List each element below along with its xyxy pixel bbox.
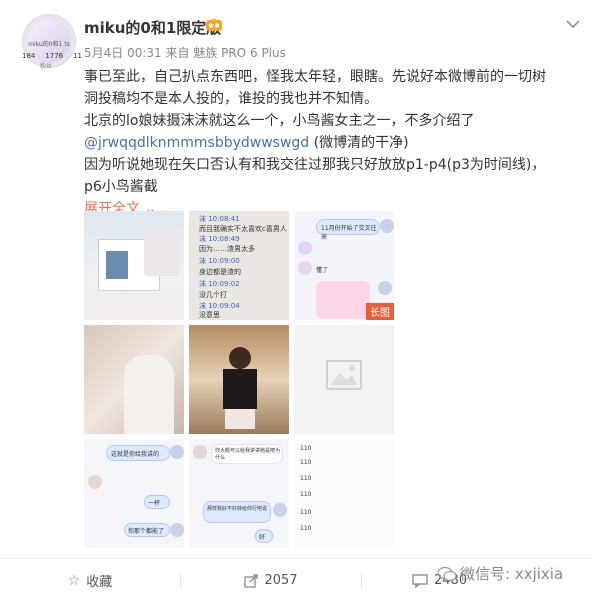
comment-icon bbox=[412, 573, 428, 588]
chat-line: 11月份开始了交叉往来 bbox=[321, 225, 377, 241]
person-skirt bbox=[225, 409, 255, 429]
chat-line: 身边都是渣的 bbox=[199, 268, 241, 276]
chat-line: 因为……渣男太多 bbox=[199, 245, 255, 253]
stat-3: 11 bbox=[73, 52, 82, 60]
chat-line: 一杯 bbox=[148, 500, 161, 507]
vip-badge-icon bbox=[206, 18, 222, 31]
chat-bubble: 你大概可以给我讲讲她是吧为什么 bbox=[211, 444, 283, 464]
avatar bbox=[273, 503, 287, 517]
screenshot-photo bbox=[106, 251, 128, 279]
chat-bubble: 11月份开始了交叉往来 bbox=[316, 219, 380, 241]
post-mention-line: @jrwqqdlknmmmsbbydwwswgd (微博清的干净) bbox=[84, 132, 554, 154]
avatar bbox=[378, 281, 392, 295]
person-body bbox=[223, 369, 257, 409]
post-line-3-text: 因为听说她现在矢口否认有和我交往过那我只好放放p1-p4(p3为时间线)，p6小… bbox=[84, 157, 546, 195]
chat-line: 110 bbox=[300, 475, 312, 482]
long-image-tag: 长图 bbox=[366, 303, 394, 320]
avatar bbox=[170, 445, 184, 459]
chat-bubble: 你那个都能了 bbox=[124, 523, 170, 537]
avatar bbox=[380, 219, 394, 233]
image-placeholder-icon bbox=[326, 360, 362, 390]
wechat-icon bbox=[437, 566, 457, 582]
chat-line: 你大概可以给我讲讲她是吧为什么 bbox=[215, 448, 281, 461]
stat-1: 184 bbox=[22, 52, 36, 60]
post-time[interactable]: 00:31 bbox=[127, 46, 162, 60]
star-icon: ☆ bbox=[67, 572, 81, 589]
image-thumb-1[interactable] bbox=[84, 211, 184, 320]
avatar-caption: miku的0和1 ts bbox=[28, 41, 70, 48]
sticker-image bbox=[316, 281, 370, 319]
image-thumb-3[interactable]: 11月份开始了交叉往来 懂了 长图 bbox=[294, 211, 394, 320]
weibo-post-card: miku的0和1 ts 184 1776 11 粉丝 miku的0和1限定版 5… bbox=[0, 0, 592, 601]
image-thumb-6[interactable] bbox=[294, 325, 394, 434]
chat-line: 你那个都能了 bbox=[128, 528, 165, 535]
collect-label: 收藏 bbox=[86, 575, 113, 590]
image-thumb-2[interactable]: 沫 10:08:41 而且我确实不太喜欢c喜男人 沫 10:08:49 因为……… bbox=[189, 211, 289, 320]
image-thumb-8[interactable]: 你大概可以给我讲讲她是吧为什么 那样我好不好转给你行吧说 好 bbox=[189, 439, 289, 548]
chat-line: 110 bbox=[300, 525, 312, 532]
person-photo bbox=[124, 355, 174, 434]
post-date[interactable]: 5月4日 bbox=[84, 46, 123, 60]
chat-bubble: 那样我好不好转给你行吧说 bbox=[203, 501, 271, 523]
collect-button[interactable]: ☆ 收藏 bbox=[0, 571, 180, 591]
chat-line: 110 bbox=[300, 491, 312, 498]
user-stats: 184 1776 11 bbox=[22, 52, 82, 60]
chevron-down-icon[interactable] bbox=[565, 18, 581, 30]
avatar bbox=[193, 445, 207, 459]
avatar bbox=[170, 523, 184, 537]
chat-line: 沫 10:09:02 bbox=[199, 280, 240, 288]
user-name[interactable]: miku的0和1限定版 bbox=[84, 17, 221, 38]
chat-bubble: 好 bbox=[255, 529, 273, 543]
chat-line: 110 bbox=[300, 509, 312, 516]
avatar bbox=[298, 261, 312, 275]
image-thumb-7[interactable]: 这就是你给我讲的 一杯 你那个都能了 bbox=[84, 439, 184, 548]
image-thumb-5[interactable] bbox=[189, 325, 289, 434]
stat-label: 粉丝 bbox=[40, 63, 53, 70]
avatar bbox=[88, 475, 102, 489]
user-mention-link[interactable]: @jrwqqdlknmmmsbbydwwswgd bbox=[84, 135, 309, 151]
post-line-2: 北京的lo娘妹摄沫沫就这么一个，小鸟酱女主之一，不多介绍了 bbox=[84, 113, 475, 129]
post-text: 事已至此，自己扒点东西吧，怪我太年轻，眼瞎。先说好本微博前的一切树洞投稿均不是本… bbox=[84, 66, 554, 220]
chat-line: 沫 10:08:41 bbox=[199, 215, 240, 223]
avatar bbox=[298, 241, 312, 255]
chat-line: 没意思 bbox=[199, 311, 220, 319]
watermark-text: 微信号: xxjixia bbox=[460, 565, 564, 583]
chat-bubble: 一杯 bbox=[144, 495, 170, 509]
repost-icon bbox=[244, 573, 259, 588]
stat-2: 1776 bbox=[45, 52, 64, 60]
chat-line: 懂了 bbox=[316, 267, 329, 274]
chat-line: 而且我确实不太喜欢c喜男人 bbox=[199, 225, 287, 233]
mention-suffix: (微博清的干净) bbox=[313, 135, 409, 151]
chat-line: 110 bbox=[300, 459, 312, 466]
person-photo bbox=[144, 226, 180, 276]
post-line-3: 因为听说她现在矢口否认有和我交往过那我只好放放p1-p4(p3为时间线)，p6小… bbox=[84, 154, 554, 198]
repost-count: 2057 bbox=[264, 573, 298, 588]
post-meta: 5月4日 00:31 来自 魅族 PRO 6 Plus bbox=[84, 44, 286, 61]
image-thumb-9[interactable]: 110 110 110 110 110 110 bbox=[294, 439, 394, 548]
image-grid: 沫 10:08:41 而且我确实不太喜欢c喜男人 沫 10:08:49 因为……… bbox=[84, 211, 394, 548]
chat-line: 那样我好不好转给你行吧说 bbox=[207, 506, 268, 512]
chat-line: 沫 10:08:49 bbox=[199, 235, 240, 243]
chat-line: 这就是你给我讲的 bbox=[111, 451, 160, 458]
chat-bubble: 这就是你给我讲的 bbox=[106, 445, 170, 461]
person-head bbox=[229, 347, 251, 369]
chat-line: 110 bbox=[300, 445, 312, 452]
chat-line: 没几个打 bbox=[199, 291, 227, 299]
image-thumb-4[interactable] bbox=[84, 325, 184, 434]
repost-button[interactable]: 2057 bbox=[181, 573, 361, 588]
post-source: 来自 魅族 PRO 6 Plus bbox=[165, 46, 286, 60]
post-line-1: 事已至此，自己扒点东西吧，怪我太年轻，眼瞎。先说好本微博前的一切树洞投稿均不是本… bbox=[84, 69, 546, 107]
chat-line: 好 bbox=[259, 534, 266, 541]
chat-line: 沫 10:09:00 bbox=[199, 257, 240, 265]
